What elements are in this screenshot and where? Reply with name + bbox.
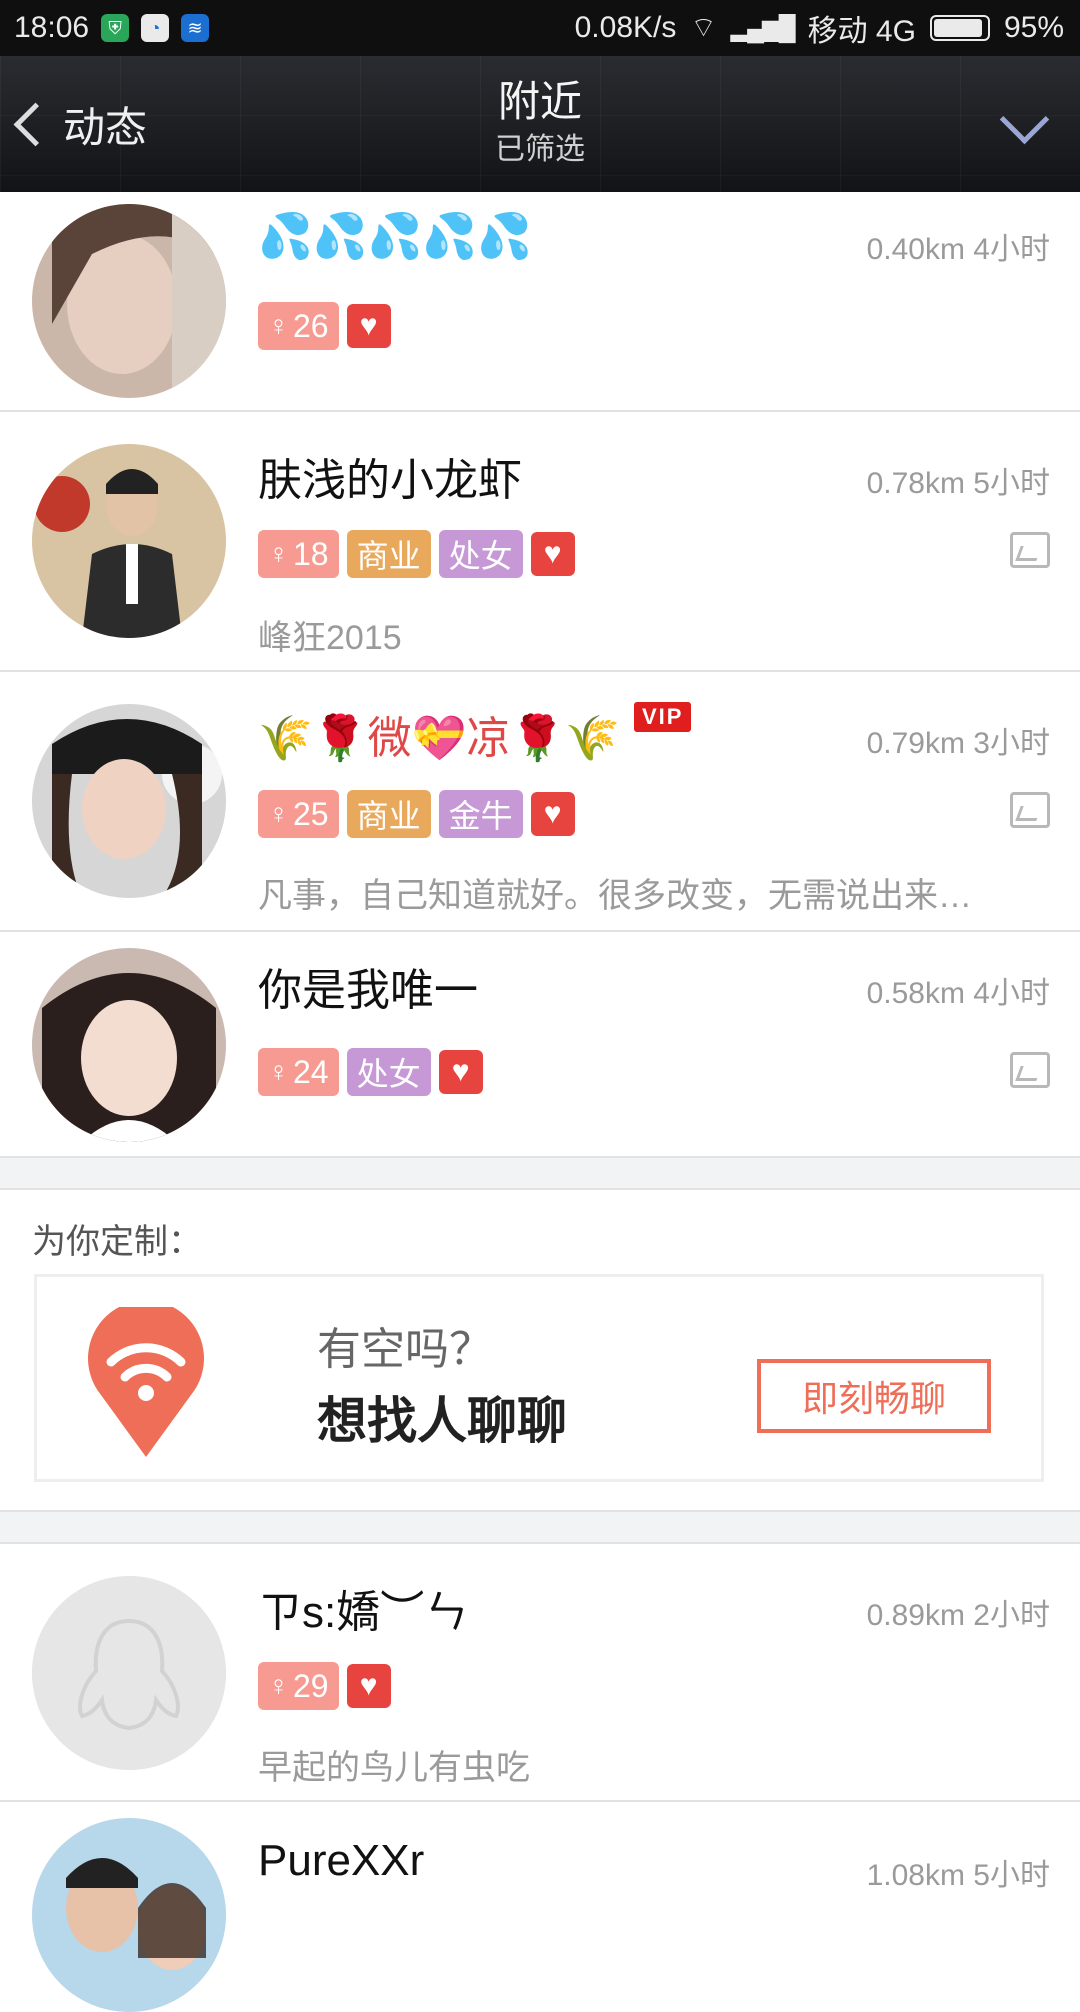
location-wifi-icon bbox=[88, 1307, 204, 1457]
section-divider bbox=[0, 1512, 1080, 1544]
photo-icon bbox=[1010, 1052, 1050, 1088]
list-item[interactable]: ㄗs:嬌︶ㄣ 0.89km 2小时 ♀ 29 ♥ 早起的鸟儿有虫吃 bbox=[0, 1544, 1080, 1802]
vip-badge: VIP bbox=[634, 702, 692, 732]
distance-time: 0.78km 5小时 bbox=[866, 467, 1050, 500]
shield-icon: ⛨ bbox=[101, 14, 130, 42]
heart-badge-icon: ♥ bbox=[346, 1664, 391, 1708]
list-item[interactable]: 💦💦💦💦💦 0.40km 4小时 ♀ 26 ♥ bbox=[0, 192, 1080, 412]
age-tag: ♀ 25 bbox=[258, 790, 339, 838]
avatar[interactable] bbox=[32, 948, 226, 1142]
status-time: 18:06 bbox=[14, 11, 90, 44]
heart-badge-icon: ♥ bbox=[346, 304, 391, 348]
tags: ♀ 29 ♥ bbox=[258, 1662, 391, 1710]
filter-status: 已筛选 bbox=[495, 133, 585, 166]
tags: ♀ 26 ♥ bbox=[258, 302, 391, 350]
user-name: PureXXr bbox=[258, 1836, 425, 1885]
age-tag: ♀ 26 bbox=[258, 302, 339, 350]
avatar[interactable] bbox=[32, 1818, 226, 2012]
female-icon: ♀ bbox=[268, 310, 289, 341]
distance-time: 0.89km 2小时 bbox=[866, 1599, 1050, 1632]
title-block: 附近 已筛选 bbox=[0, 74, 1080, 170]
battery-percent: 95% bbox=[1003, 11, 1064, 44]
heart-badge-icon: ♥ bbox=[438, 1050, 483, 1094]
promo-question: 有空吗？ bbox=[317, 1325, 493, 1374]
signal-icon: ▂▄▆█ bbox=[730, 14, 796, 42]
distance-time: 0.58km 4小时 bbox=[866, 977, 1050, 1010]
custom-section: 为你定制： 有空吗？ 想找人聊聊 即刻畅聊 bbox=[0, 1190, 1080, 1512]
signature: 凡事，自己知道就好。很多改变，无需说出来… bbox=[258, 877, 972, 915]
female-icon: ♀ bbox=[268, 798, 289, 829]
female-icon: ♀ bbox=[268, 1670, 289, 1701]
list-item[interactable]: 🌾🌹微💝凉🌹🌾 VIP 0.79km 3小时 ♀ 25 商业 金牛 ♥ 凡事，自己… bbox=[0, 672, 1080, 932]
female-icon: ♀ bbox=[268, 538, 289, 569]
tags: ♀ 25 商业 金牛 ♥ bbox=[258, 790, 575, 838]
female-icon: ♀ bbox=[268, 1056, 289, 1087]
photo-icon bbox=[1010, 792, 1050, 828]
promo-headline: 想找人聊聊 bbox=[317, 1393, 567, 1449]
tags: ♀ 24 处女 ♥ bbox=[258, 1048, 483, 1096]
industry-tag: 商业 bbox=[346, 530, 431, 578]
age-tag: ♀ 18 bbox=[258, 530, 339, 578]
signature: 峰狂2015 bbox=[258, 619, 402, 657]
photo-icon bbox=[1010, 532, 1050, 568]
list-item[interactable]: 肤浅的小龙虾 0.78km 5小时 ♀ 18 商业 处女 ♥ 峰狂2015 bbox=[0, 412, 1080, 672]
distance-time: 1.08km 5小时 bbox=[866, 1859, 1050, 1892]
user-name: 你是我唯一 bbox=[258, 966, 478, 1015]
industry-tag: 商业 bbox=[346, 790, 431, 838]
user-name: 🌾🌹微💝凉🌹🌾 bbox=[258, 714, 620, 763]
avatar[interactable] bbox=[32, 444, 226, 638]
zodiac-tag: 处女 bbox=[438, 530, 523, 578]
avatar[interactable] bbox=[32, 704, 226, 898]
user-name: 肤浅的小龙虾 bbox=[258, 456, 522, 505]
age-tag: ♀ 24 bbox=[258, 1048, 339, 1096]
heart-badge-icon: ♥ bbox=[530, 792, 575, 836]
signature: 早起的鸟儿有虫吃 bbox=[258, 1749, 530, 1787]
net-speed: 0.08K/s bbox=[574, 11, 677, 44]
nearby-list: 💦💦💦💦💦 0.40km 4小时 ♀ 26 ♥ 肤浅的小龙虾 0.78km 5小时… bbox=[0, 192, 1080, 2012]
list-item[interactable]: PureXXr 1.08km 5小时 bbox=[0, 1802, 1080, 2012]
carrier: 移动 4G bbox=[807, 15, 916, 48]
battery-icon bbox=[929, 15, 990, 41]
default-avatar[interactable] bbox=[32, 1576, 226, 1770]
distance-time: 0.79km 3小时 bbox=[866, 727, 1050, 760]
chat-now-button[interactable]: 即刻畅聊 bbox=[757, 1359, 991, 1433]
tags: ♀ 18 商业 处女 ♥ bbox=[258, 530, 575, 578]
user-name: 💦💦💦💦💦 bbox=[258, 212, 532, 261]
distance-time: 0.40km 4小时 bbox=[866, 233, 1050, 266]
avatar[interactable] bbox=[32, 204, 226, 398]
list-item[interactable]: 你是我唯一 0.58km 4小时 ♀ 24 处女 ♥ bbox=[0, 932, 1080, 1158]
zodiac-tag: 金牛 bbox=[438, 790, 523, 838]
section-divider bbox=[0, 1158, 1080, 1190]
zodiac-tag: 处女 bbox=[346, 1048, 431, 1096]
page-title: 附近 bbox=[497, 78, 582, 125]
wifi-icon: ⌔ bbox=[690, 11, 717, 43]
status-bar: 18:06 ⛨ ◔ ≋ 0.08K/s ⌔ ▂▄▆█ 移动 4G 95% bbox=[0, 0, 1080, 56]
heart-badge-icon: ♥ bbox=[530, 532, 575, 576]
chat-promo-card[interactable]: 有空吗？ 想找人聊聊 即刻畅聊 bbox=[34, 1274, 1044, 1482]
penguin-icon bbox=[32, 1576, 226, 1770]
section-title: 为你定制： bbox=[32, 1223, 202, 1261]
browser-icon: ◔ bbox=[141, 14, 170, 42]
age-tag: ♀ 29 bbox=[258, 1662, 339, 1710]
wifi-app-icon: ≋ bbox=[181, 14, 210, 42]
user-name: ㄗs:嬌︶ㄣ bbox=[258, 1588, 469, 1637]
nav-header: 动态 附近 已筛选 bbox=[0, 56, 1080, 192]
